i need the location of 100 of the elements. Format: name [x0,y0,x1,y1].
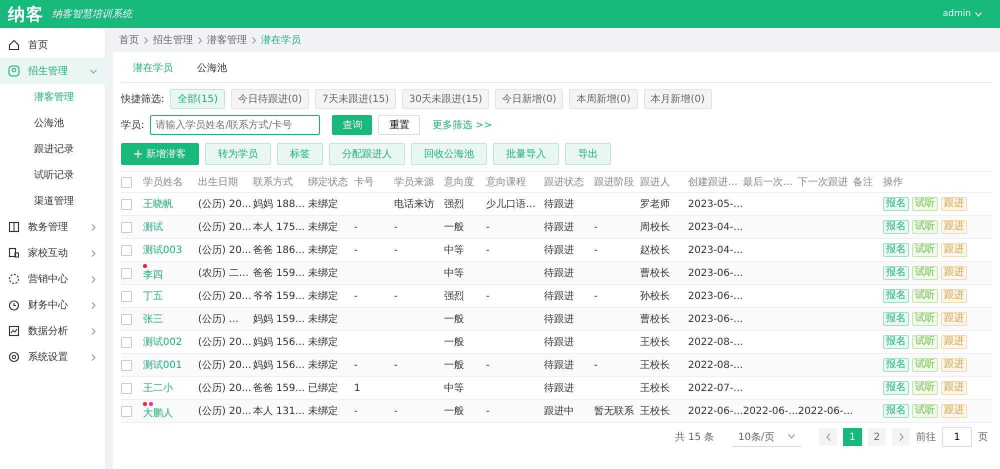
user-menu[interactable]: admin [936,8,988,20]
student-name-link[interactable]: 测试003 [143,243,198,257]
row-action-button[interactable]: 试听 [912,266,938,280]
action-button[interactable]: 转为学员 [205,143,271,165]
student-name-link[interactable]: 测试002 [143,335,198,349]
action-button[interactable]: 批量导入 [493,143,559,165]
previous-page-button[interactable] [819,428,838,446]
breadcrumb-link[interactable]: 潜客管理 [207,33,247,47]
row-action-button[interactable]: 跟进 [941,358,967,372]
breadcrumb-link[interactable]: 潜在学员 [261,33,301,47]
student-name-link[interactable]: 王二小 [143,381,198,395]
sidebar-item[interactable]: 招生管理 [0,58,105,84]
row-action-button[interactable]: 跟进 [941,197,967,211]
sidebar-item[interactable]: 财务中心 [0,292,105,318]
breadcrumb-link[interactable]: 招生管理 [153,33,193,47]
row-action-button[interactable]: 跟进 [941,266,967,280]
sidebar-item[interactable]: 营销中心 [0,266,105,292]
checkbox[interactable] [121,382,132,394]
page-button[interactable]: 1 [843,428,862,446]
column-header: 创建跟进... [688,176,739,189]
checkbox[interactable] [121,336,132,348]
sidebar-item[interactable]: 首页 [0,32,105,58]
submenu-item[interactable]: 试听记录 [0,162,105,188]
submenu-item[interactable]: 潜客管理 [0,84,105,110]
row-action-button[interactable]: 跟进 [941,312,967,326]
row-action-button[interactable]: 试听 [912,243,938,257]
student-name-link[interactable]: 王晓帆 [143,197,198,211]
student-name-link[interactable]: 丁五 [143,289,198,303]
action-button[interactable]: 分配跟进人 [329,143,405,165]
filter-chip[interactable]: 今日新增(0) [495,89,564,109]
breadcrumb-link[interactable]: 首页 [119,33,139,47]
row-action-button[interactable]: 试听 [912,312,938,326]
tab[interactable]: 潜在学员 [121,56,185,82]
checkbox[interactable] [121,222,132,232]
filter-chip[interactable]: 7天未跟进(15) [315,89,396,109]
next-page-button[interactable] [892,428,910,446]
action-button[interactable]: 标签 [277,143,323,165]
row-action-button[interactable]: 报名 [883,404,909,418]
row-action-button[interactable]: 试听 [912,381,938,395]
row-action-button[interactable]: 跟进 [941,404,967,418]
row-action-button[interactable]: 报名 [883,289,909,303]
action-button[interactable]: 导出 [565,143,611,165]
filter-chip[interactable]: 今日待跟进(0) [230,89,310,109]
sidebar-item[interactable]: 数据分析 [0,318,105,344]
page-button[interactable]: 2 [868,428,886,446]
row-action-button[interactable]: 报名 [883,220,909,234]
checkbox[interactable] [121,176,132,188]
search-field[interactable]: 请输入学员姓名/联系方式/卡号 [150,115,320,135]
checkbox[interactable] [121,290,132,302]
student-name-link[interactable]: 李四 [143,268,198,282]
checkbox[interactable] [121,360,132,370]
sidebar-item[interactable]: 系统设置 [0,344,105,370]
row-action-button[interactable]: 报名 [883,243,909,257]
student-name-link[interactable]: 大鹏人 [143,406,198,420]
action-button[interactable]: 新增潜客 [121,143,199,165]
student-name-link[interactable]: 测试 [143,220,198,234]
row-action-button[interactable]: 跟进 [941,243,967,257]
row-action-button[interactable]: 报名 [883,381,909,395]
table-cell-text: 待跟进 [544,312,575,326]
action-button[interactable]: 回收公海池 [411,143,487,165]
checkbox[interactable] [121,198,132,210]
filter-chip[interactable]: 30天未跟进(15) [402,89,490,109]
row-action-button[interactable]: 试听 [912,358,938,372]
submenu-item[interactable]: 公海池 [0,110,105,136]
row-action-button[interactable]: 报名 [883,197,909,211]
student-name-link[interactable]: 张三 [143,312,198,326]
filter-chip[interactable]: 全部(15) [170,89,225,109]
student-name-link[interactable]: 测试001 [143,358,198,372]
table-cell-text: 待跟进 [544,266,575,280]
row-action-button[interactable]: 试听 [912,335,938,349]
tab[interactable]: 公海池 [185,56,239,82]
row-action-button[interactable]: 报名 [883,266,909,280]
checkbox[interactable] [121,268,132,278]
row-action-button[interactable]: 跟进 [941,220,967,234]
row-action-button[interactable]: 试听 [912,289,938,303]
filter-chip[interactable]: 本周新增(0) [569,89,638,109]
row-action-button[interactable]: 跟进 [941,381,967,395]
more-filters-link[interactable]: 更多筛选 >> [432,118,492,132]
row-action-button[interactable]: 试听 [912,197,938,211]
row-action-button[interactable]: 报名 [883,312,909,326]
checkbox[interactable] [121,244,132,256]
sidebar-item[interactable]: 家校互动 [0,240,105,266]
row-action-button[interactable]: 跟进 [941,335,967,349]
row-action-button[interactable]: 试听 [912,404,938,418]
reset-button[interactable]: 重置 [378,115,420,135]
filter-chip[interactable]: 本月新增(0) [644,89,712,109]
row-action-button[interactable]: 跟进 [941,289,967,303]
sidebar-item[interactable]: 教务管理 [0,214,105,240]
row-action-button[interactable]: 试听 [912,220,938,234]
row-action-button[interactable]: 报名 [883,335,909,349]
query-button[interactable]: 查询 [332,115,372,135]
page-number-field[interactable]: 1 [942,427,972,447]
row-action-button[interactable]: 报名 [883,358,909,372]
table-cell-text: 一般 [444,359,465,372]
submenu-item[interactable]: 渠道管理 [0,188,105,214]
checkbox[interactable] [121,314,132,324]
checkbox[interactable] [121,406,132,416]
table-cell-text: 妈妈 156... [253,336,306,349]
table-cell: 2022-08-... [688,336,743,348]
submenu-item[interactable]: 跟进记录 [0,136,105,162]
